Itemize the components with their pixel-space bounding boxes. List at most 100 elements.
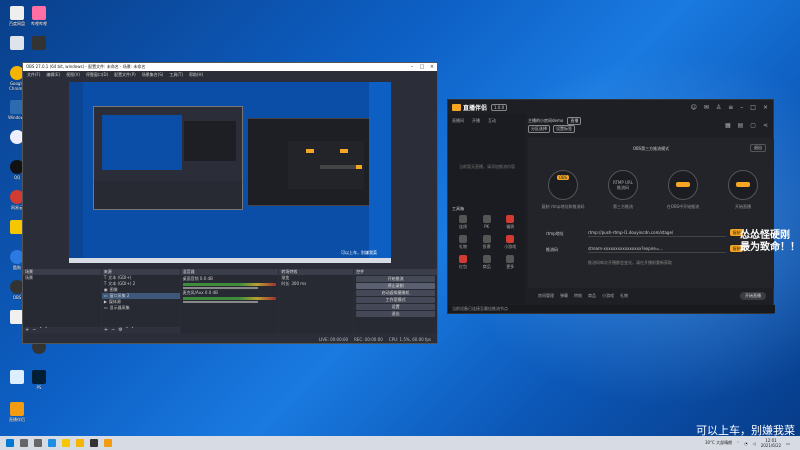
clock[interactable]: 12:01 2021/6/22 (761, 438, 782, 448)
bottom-room-manage[interactable]: 房间管理 (538, 293, 554, 299)
live-companion-window[interactable]: 直播伴侣 1.0.0 ☺ ✉ ♙ ≡ – □ × 直播间 开播 互动 当前暂无直… (447, 99, 775, 314)
add-icon[interactable]: + (104, 327, 108, 333)
tab-room[interactable]: 直播间 (452, 118, 464, 124)
live-status: LIVE: 00:00:00 (318, 336, 349, 342)
tool-luckybag[interactable]: 福袋 (499, 214, 521, 234)
file-explorer-icon[interactable] (62, 439, 70, 447)
user-icon[interactable]: ☺ (691, 104, 697, 111)
menu-edit[interactable]: 编辑(E) (46, 72, 60, 78)
rtmp-field[interactable]: rtmp://push-rtmp-l1.douyincdn.com/stage/ (588, 228, 726, 237)
exit-button[interactable]: 退出 (356, 311, 435, 317)
clipboard-icon[interactable]: ▤ (738, 122, 744, 129)
tool-vote[interactable]: 投票 (476, 234, 498, 254)
obs-preview-canvas[interactable]: 可以上车，别嫌我菜 (69, 82, 391, 263)
live-sidebar: 直播间 开播 互动 当前暂无直播，请添加推流内容 工具箱 连线 PK 福袋 礼物… (448, 114, 526, 304)
exit-mode-button[interactable]: 退出 (750, 144, 766, 152)
lock-icon[interactable]: ▢ (750, 122, 756, 129)
search-icon[interactable] (20, 439, 28, 447)
down-icon[interactable]: ˅ (131, 327, 134, 333)
tool-more[interactable]: 更多 (499, 254, 521, 274)
menu-tools[interactable]: 工具(T) (169, 72, 183, 78)
gear-icon[interactable]: ⚙ (118, 327, 122, 333)
notification-icon[interactable]: ▭ (786, 441, 790, 446)
remove-icon[interactable]: − (111, 327, 115, 333)
desktop-icon[interactable]: PS (26, 370, 52, 390)
streamkey-field[interactable]: stream-xxxxxxxxxxxxxxxx?expire=... (588, 244, 726, 253)
network-icon[interactable]: ◔ (744, 441, 748, 446)
photoshop-icon (32, 370, 46, 384)
bottom-game[interactable]: 小游戏 (602, 293, 614, 299)
menu-file[interactable]: 文件(F) (27, 72, 40, 78)
obs-window[interactable]: OBS 27.0.1 (64 bit, windows) - 配置文件: 未命名… (22, 62, 438, 344)
obs-titlebar[interactable]: OBS 27.0.1 (64 bit, windows) - 配置文件: 未命名… (23, 63, 437, 71)
tool-goods[interactable]: 商品 (476, 254, 498, 274)
menu-view[interactable]: 视图(V) (66, 72, 80, 78)
step-1: OBS (548, 170, 578, 200)
desktop-icon[interactable]: 直播伴侣 (4, 402, 30, 422)
settings-button[interactable]: 设置 (356, 304, 435, 310)
label-tag[interactable]: 设置标签 (553, 125, 575, 133)
windows-start-icon[interactable] (6, 439, 14, 447)
up-icon[interactable]: ˄ (39, 327, 42, 333)
stop-recording-button[interactable]: 停止录制 (356, 283, 435, 289)
room-title: 主播的小房间demo (528, 118, 564, 123)
tool-pk[interactable]: PK (476, 214, 498, 234)
tool-gift[interactable]: 礼物 (452, 234, 474, 254)
desktop-icon[interactable] (26, 36, 52, 50)
menu-icon[interactable]: ≡ (728, 104, 733, 111)
tool-connect[interactable]: 连线 (452, 214, 474, 234)
category-tag[interactable]: 分区选择 (528, 125, 550, 133)
maximize-icon[interactable]: □ (750, 104, 756, 111)
tab-interact[interactable]: 互动 (488, 118, 496, 124)
more-icon (506, 255, 515, 263)
calendar-icon[interactable]: ▦ (725, 122, 731, 129)
mixer-dock: 混音器 桌面音频 0.0 dB 麦克风/Aux 0.0 dB (180, 269, 279, 333)
menu-profile[interactable]: 配置文件(P) (114, 72, 136, 78)
start-virtual-camera-button[interactable]: 启动虚拟摄像机 (356, 290, 435, 296)
live-icon[interactable] (104, 439, 112, 447)
version-badge: 1.0.0 (491, 103, 508, 111)
close-icon[interactable]: × (427, 64, 437, 70)
up-icon[interactable]: ˄ (126, 327, 129, 333)
studio-mode-button[interactable]: 工作室模式 (356, 297, 435, 303)
start-live-button[interactable]: 开始直播 (740, 292, 766, 300)
document-icon (10, 370, 24, 384)
edge-icon[interactable] (48, 439, 56, 447)
chrome-icon[interactable] (76, 439, 84, 447)
room-actions: ▦ ▤ ▢ ⋖ (725, 122, 768, 129)
chevron-up-icon[interactable]: ˄ (737, 441, 739, 446)
close-icon[interactable]: × (763, 104, 768, 111)
shirt-icon[interactable]: ♙ (716, 104, 721, 111)
tool-redpacket[interactable]: 红包 (452, 254, 474, 274)
menu-scene-collection[interactable]: 场景集合(S) (142, 72, 164, 78)
tab-start[interactable]: 开播 (472, 118, 480, 124)
mail-icon[interactable]: ✉ (704, 104, 709, 111)
scene-item[interactable]: 场景 (23, 275, 101, 281)
remove-icon[interactable]: − (32, 327, 36, 333)
minimize-icon[interactable]: – (407, 64, 417, 70)
task-view-icon[interactable] (34, 439, 42, 447)
share-icon[interactable]: ⋖ (763, 122, 768, 129)
menu-help[interactable]: 帮助(H) (189, 72, 203, 78)
desktop-icon[interactable]: 哔哩哔哩 (26, 6, 52, 26)
transition-duration[interactable]: 时长 300 ms (279, 281, 353, 287)
bottom-gift[interactable]: 礼物 (620, 293, 628, 299)
bottom-effects[interactable]: 特效 (574, 293, 582, 299)
volume-icon[interactable]: ◁ (753, 441, 756, 446)
start-streaming-button[interactable]: 开始推流 (356, 276, 435, 282)
minimize-icon[interactable]: – (740, 104, 743, 111)
weather-widget[interactable]: 30°C 大部晴朗 (705, 440, 732, 446)
volume-slider[interactable] (182, 301, 258, 303)
bottom-danmaku[interactable]: 弹幕 (560, 293, 568, 299)
cloud-icon (10, 6, 24, 20)
step-4-pill (736, 182, 750, 187)
source-item[interactable]: ▭ 显示器采集 (102, 305, 180, 311)
bottom-goods[interactable]: 商品 (588, 293, 596, 299)
scenes-dock-toolbar: + − ˄ ˅ (23, 327, 101, 333)
obs-icon[interactable] (90, 439, 98, 447)
tool-game[interactable]: 小游戏 (499, 234, 521, 254)
menu-docks[interactable]: 停靠窗口(D) (86, 72, 108, 78)
maximize-icon[interactable]: □ (417, 64, 427, 70)
down-icon[interactable]: ˅ (45, 327, 48, 333)
add-icon[interactable]: + (25, 327, 29, 333)
